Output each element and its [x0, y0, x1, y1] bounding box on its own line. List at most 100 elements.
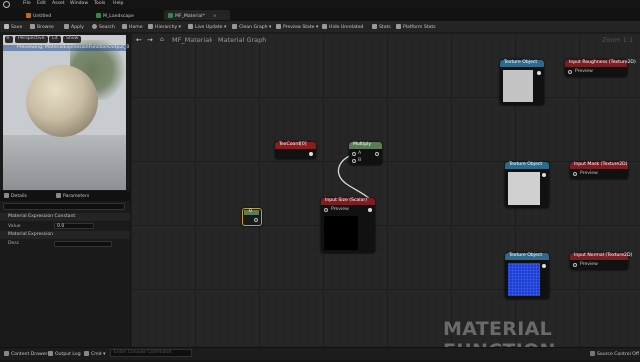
- input-mask-preview-pin[interactable]: [573, 172, 577, 176]
- input-normal-preview-label: Preview: [580, 262, 598, 267]
- multiply-a-pin[interactable]: [352, 152, 356, 156]
- cmd-icon: [84, 351, 89, 356]
- material-function-icon: [168, 13, 173, 18]
- tab-parameters[interactable]: Parameters: [56, 193, 89, 200]
- content-drawer-button[interactable]: Content Drawer: [4, 351, 47, 358]
- menu-edit[interactable]: Edit: [37, 1, 46, 7]
- breadcrumb-leaf[interactable]: Material Graph: [218, 37, 266, 44]
- hierarchy-icon: [148, 24, 153, 29]
- preview-state-button[interactable]: Preview State ▾: [276, 22, 318, 31]
- preview-state-icon: [276, 24, 281, 29]
- texture-object-output-pin-2[interactable]: [542, 173, 546, 177]
- input-normal-node[interactable]: Input Normal (Texture2D) Preview: [570, 253, 632, 270]
- breadcrumb-separator: ›: [210, 36, 213, 44]
- constant-value: 0: [249, 209, 252, 214]
- apply-button[interactable]: Apply: [64, 22, 84, 31]
- forward-arrow-icon[interactable]: →: [147, 37, 153, 44]
- constant-node[interactable]: 0: [242, 208, 262, 226]
- close-icon[interactable]: ×: [213, 14, 217, 19]
- material-icon: [96, 13, 101, 18]
- input-roughness-preview-pin[interactable]: [568, 70, 572, 74]
- tab-untitled[interactable]: Untitled: [22, 10, 55, 20]
- input-size-preview-thumbnail: [324, 216, 358, 250]
- tab-details[interactable]: Details: [4, 193, 27, 200]
- menu-window[interactable]: Window: [70, 1, 88, 7]
- section-constant[interactable]: Material Expression Constant: [0, 213, 130, 221]
- input-roughness-title: Input Roughness (Texture2D): [565, 60, 636, 67]
- menu-help[interactable]: Help: [113, 1, 123, 7]
- texture-object-roughness-node[interactable]: Texture Object: [500, 60, 544, 105]
- texcoord-output-pin[interactable]: [309, 152, 313, 156]
- texture-object-title-1: Texture Object: [500, 60, 544, 67]
- multiply-b-pin[interactable]: [352, 159, 356, 163]
- texture-object-mask-node[interactable]: Texture Object: [505, 162, 549, 208]
- input-size-node[interactable]: Input Size (Scalar) Preview: [321, 198, 375, 253]
- stats-button[interactable]: Stats: [372, 22, 391, 31]
- tab-mf-material[interactable]: MF_Material* ×: [164, 10, 230, 20]
- input-size-node-title: Input Size (Scalar): [321, 198, 375, 205]
- hide-unrelated-icon: [322, 24, 327, 29]
- clean-graph-icon: [232, 24, 237, 29]
- platform-stats-button[interactable]: Platform Stats: [396, 22, 436, 31]
- viewport-ground: [3, 135, 126, 190]
- texture-object-normal-node[interactable]: Texture Object: [505, 253, 549, 299]
- menu-tools[interactable]: Tools: [94, 1, 105, 7]
- multiply-output-pin[interactable]: [375, 152, 379, 156]
- input-mask-title: Input Mask (Texture2D): [570, 162, 628, 169]
- search-button[interactable]: Search: [92, 22, 115, 31]
- viewport-menu-icon[interactable]: ≡: [5, 36, 13, 43]
- breadcrumb-root[interactable]: MF_Material: [172, 37, 211, 44]
- details-icon: [4, 193, 9, 198]
- clean-graph-button[interactable]: Clean Graph ▾: [232, 22, 271, 31]
- menu-asset[interactable]: Asset: [52, 1, 65, 7]
- input-roughness-node[interactable]: Input Roughness (Texture2D) Preview: [565, 60, 636, 77]
- input-normal-title: Input Normal (Texture2D): [570, 253, 632, 260]
- constant-output-pin[interactable]: [254, 218, 258, 222]
- stats-icon: [372, 24, 377, 29]
- texcoord-node[interactable]: TexCoord[0]: [275, 142, 316, 159]
- preview-message: Previewing: MaterialExpressionFunctionOu…: [3, 45, 129, 51]
- tab-m-landscape[interactable]: M_Landscape: [92, 10, 138, 20]
- unreal-logo-icon[interactable]: [3, 1, 10, 8]
- input-size-output-pin[interactable]: [368, 208, 372, 212]
- home-button[interactable]: Home: [122, 22, 143, 31]
- save-button[interactable]: Save: [4, 22, 22, 31]
- search-icon: [92, 24, 97, 29]
- level-icon: [26, 13, 31, 18]
- home-icon: [122, 24, 127, 29]
- source-control-button[interactable]: Source Control Off: [590, 351, 639, 358]
- preview-sphere: [26, 65, 98, 137]
- cmd-dropdown[interactable]: Cmd ▾: [84, 351, 105, 358]
- texcoord-node-title: TexCoord[0]: [275, 142, 316, 149]
- back-arrow-icon[interactable]: ←: [136, 37, 142, 44]
- multiply-node[interactable]: Multiply A B: [349, 142, 382, 165]
- folder-icon: [30, 24, 35, 29]
- hide-unrelated-button[interactable]: Hide Unrelated: [322, 22, 363, 31]
- output-log-button[interactable]: Output Log: [48, 351, 81, 358]
- section-expression[interactable]: Material Expression: [0, 231, 130, 239]
- parameters-icon: [56, 193, 61, 198]
- content-drawer-icon: [4, 351, 9, 356]
- console-command-input[interactable]: Enter Console Command: [110, 349, 192, 357]
- input-size-preview-pin[interactable]: [324, 208, 328, 212]
- input-mask-node[interactable]: Input Mask (Texture2D) Preview: [570, 162, 628, 179]
- desc-field[interactable]: [54, 241, 112, 247]
- multiply-node-title: Multiply: [349, 142, 382, 149]
- show-button[interactable]: Show: [63, 36, 82, 43]
- input-normal-preview-pin[interactable]: [573, 263, 577, 267]
- graph-home-icon[interactable]: ⌂: [160, 37, 164, 43]
- texture-object-output-pin-3[interactable]: [542, 264, 546, 268]
- save-icon: [4, 24, 9, 29]
- live-update-button[interactable]: Live Update ▾: [188, 22, 226, 31]
- browse-button[interactable]: Browse: [30, 22, 54, 31]
- lit-button[interactable]: Lit: [49, 36, 61, 43]
- value-label: Value: [8, 224, 21, 229]
- perspective-button[interactable]: Perspective: [15, 36, 48, 43]
- menu-file[interactable]: File: [23, 1, 31, 7]
- texture-object-output-pin-1[interactable]: [537, 71, 541, 75]
- zoom-level: Zoom 1:1: [602, 36, 634, 44]
- details-search-input[interactable]: [3, 203, 125, 210]
- live-update-icon: [188, 24, 193, 29]
- value-field[interactable]: 0.0: [54, 223, 94, 229]
- hierarchy-button[interactable]: Hierarchy ▾: [148, 22, 181, 31]
